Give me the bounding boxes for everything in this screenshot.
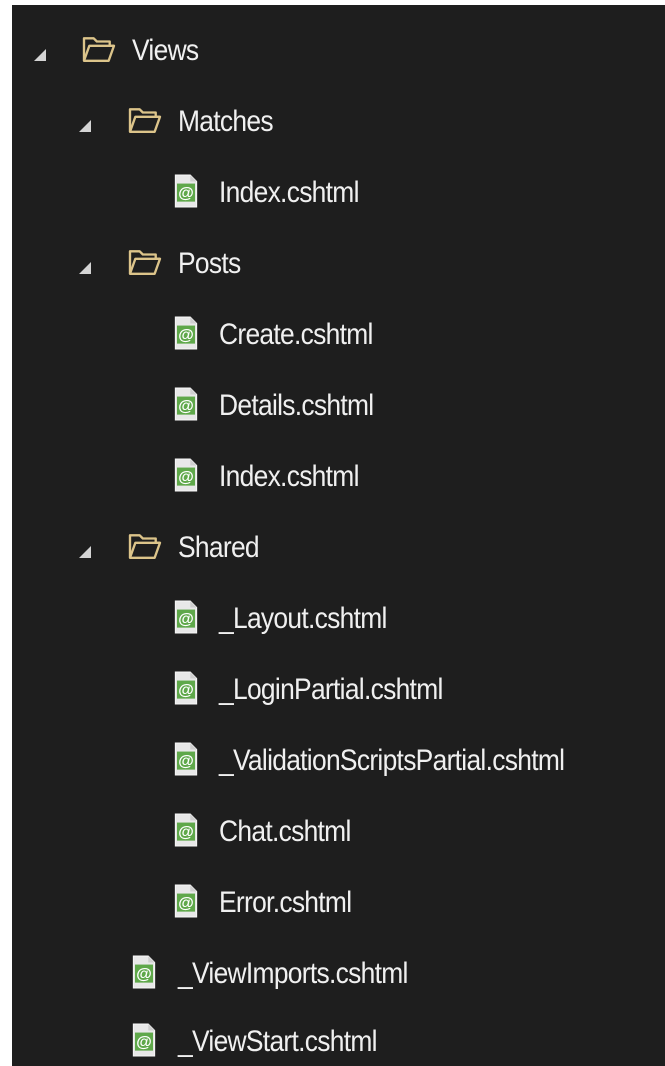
tree-item-file[interactable]: Details.cshtml <box>12 373 665 444</box>
tree-item-shared-folder[interactable]: Shared <box>12 515 665 586</box>
tree-item-label: Create.cshtml <box>219 318 373 351</box>
tree-item-label: _LoginPartial.cshtml <box>219 673 443 706</box>
razor-file-icon <box>173 671 199 705</box>
folder-open-icon <box>127 531 163 561</box>
tree-item-label: _ValidationScriptsPartial.cshtml <box>219 744 565 777</box>
tree-item-label: Index.cshtml <box>219 460 359 493</box>
expanded-triangle-icon[interactable] <box>33 47 49 63</box>
tree-item-label: Index.cshtml <box>219 176 359 209</box>
tree-item-file[interactable]: _Layout.cshtml <box>12 586 665 657</box>
tree-item-file[interactable]: Error.cshtml <box>12 870 665 941</box>
tree-item-label: Matches <box>178 105 274 138</box>
folder-open-icon <box>127 247 163 277</box>
tree-item-file[interactable]: Chat.cshtml <box>12 799 665 870</box>
tree-item-label: Details.cshtml <box>219 389 374 422</box>
expanded-triangle-icon[interactable] <box>78 544 94 560</box>
razor-file-icon <box>131 1023 157 1057</box>
screenshot-canvas: Views Matches Index.cshtml Posts Create.… <box>0 0 665 1066</box>
razor-file-icon <box>173 387 199 421</box>
tree-item-label: _ViewImports.cshtml <box>178 957 408 990</box>
expanded-triangle-icon[interactable] <box>78 260 94 276</box>
folder-open-icon <box>127 105 163 135</box>
tree-item-file[interactable]: Create.cshtml <box>12 302 665 373</box>
tree-item-label: Views <box>132 34 199 67</box>
folder-open-icon <box>81 34 117 64</box>
tree-item-label: Chat.cshtml <box>219 815 351 848</box>
tree-item-label: Error.cshtml <box>219 886 352 919</box>
razor-file-icon <box>173 458 199 492</box>
tree-item-views-folder[interactable]: Views <box>12 18 665 89</box>
tree-item-file[interactable]: Index.cshtml <box>12 160 665 231</box>
razor-file-icon <box>173 742 199 776</box>
razor-file-icon <box>173 174 199 208</box>
tree-item-file[interactable]: _ViewImports.cshtml <box>12 941 665 1012</box>
razor-file-icon <box>173 600 199 634</box>
razor-file-icon <box>131 955 157 989</box>
tree-item-label: Shared <box>178 531 260 564</box>
tree-item-file[interactable]: _LoginPartial.cshtml <box>12 657 665 728</box>
tree-item-file[interactable]: Index.cshtml <box>12 444 665 515</box>
tree-item-file[interactable]: _ViewStart.cshtml <box>12 1009 665 1066</box>
razor-file-icon <box>173 316 199 350</box>
razor-file-icon <box>173 813 199 847</box>
tree-item-matches-folder[interactable]: Matches <box>12 89 665 160</box>
tree-item-label: _Layout.cshtml <box>219 602 387 635</box>
solution-explorer-tree: Views Matches Index.cshtml Posts Create.… <box>12 5 665 1066</box>
tree-item-posts-folder[interactable]: Posts <box>12 231 665 302</box>
tree-item-file[interactable]: _ValidationScriptsPartial.cshtml <box>12 728 665 799</box>
expanded-triangle-icon[interactable] <box>78 118 94 134</box>
tree-item-label: Posts <box>178 247 241 280</box>
razor-file-icon <box>173 884 199 918</box>
tree-item-label: _ViewStart.cshtml <box>178 1025 378 1058</box>
